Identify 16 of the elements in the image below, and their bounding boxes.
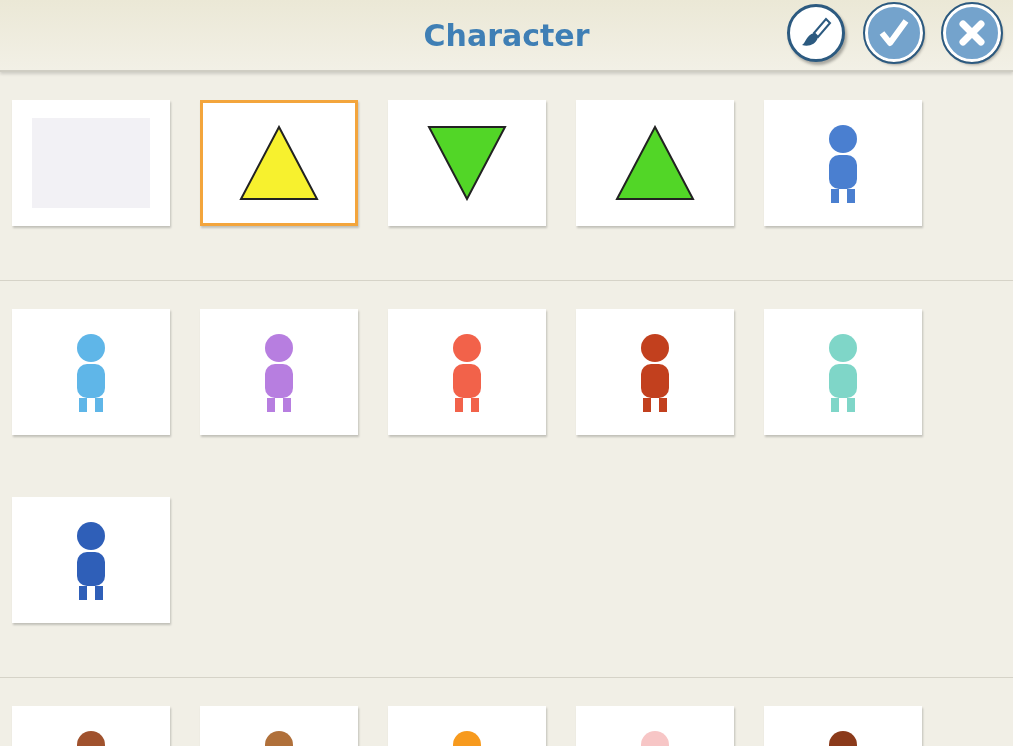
character-tile[interactable]: [388, 309, 546, 435]
confirm-button[interactable]: [865, 4, 923, 62]
character-tile[interactable]: [388, 100, 546, 226]
paint-editor-button[interactable]: [787, 4, 845, 62]
character-tile[interactable]: [764, 100, 922, 226]
character-tile[interactable]: [12, 497, 170, 623]
character-tile[interactable]: [12, 309, 170, 435]
close-icon: [956, 17, 988, 49]
window-title: Character: [423, 17, 590, 53]
character-tile[interactable]: [576, 100, 734, 226]
close-button[interactable]: [943, 4, 1001, 62]
character-tile[interactable]: [200, 100, 358, 226]
character-tile[interactable]: [12, 100, 170, 226]
character-tile[interactable]: [576, 309, 734, 435]
character-tile[interactable]: [200, 309, 358, 435]
character-tile[interactable]: [764, 309, 922, 435]
